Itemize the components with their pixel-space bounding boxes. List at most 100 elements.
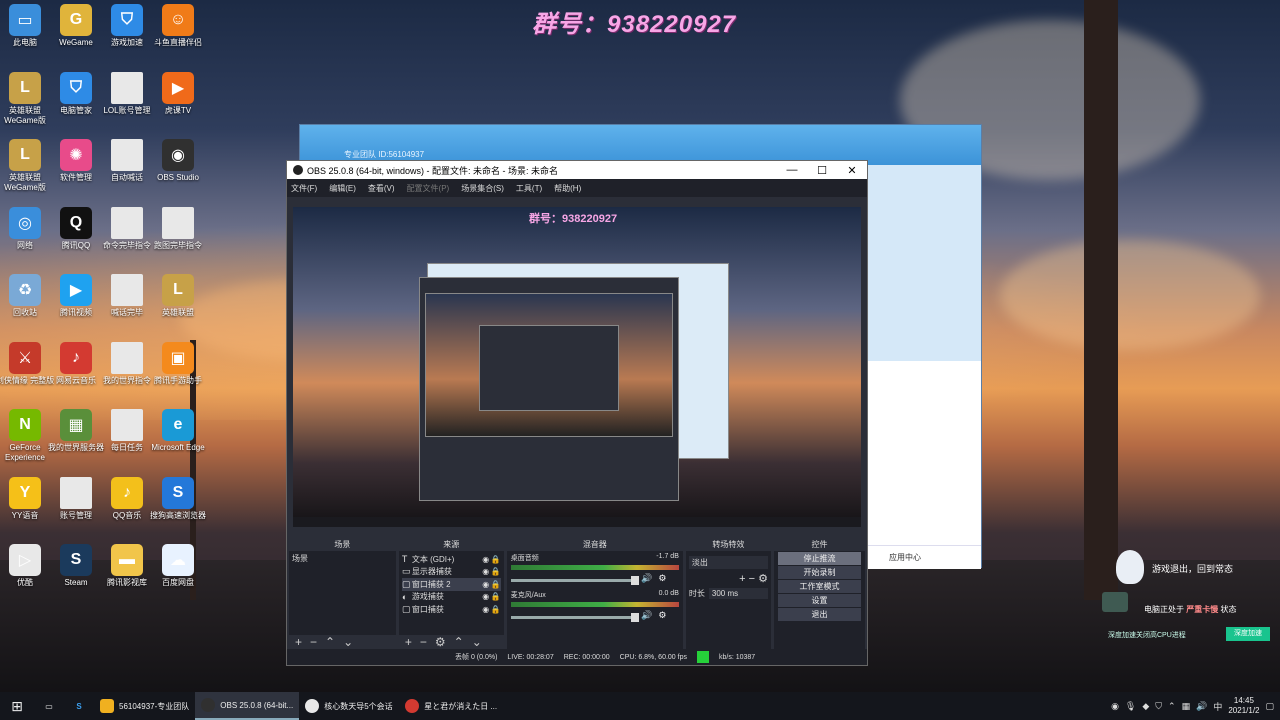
eye-icon[interactable]: ◉ (481, 567, 491, 576)
notification-center-icon[interactable]: ▢ (1265, 701, 1274, 712)
notification-app-icon (1102, 592, 1128, 612)
notification-line2-suffix: 状态 (1220, 605, 1237, 614)
taskbar-app-music[interactable]: 星と君が消えた日 ... (399, 692, 503, 720)
menu-help[interactable]: 帮助(H) (554, 183, 581, 194)
remove-icon[interactable]: − (749, 573, 755, 585)
chat-window-footer[interactable]: 应用中心 (865, 545, 981, 569)
speaker-icon[interactable]: 🔊 (641, 610, 652, 621)
taskbar-app-session[interactable]: 核心数天导5个会话 (299, 692, 399, 720)
remove-icon[interactable]: − (420, 635, 427, 649)
studio-mode-button[interactable]: 工作室模式 (777, 580, 861, 593)
start-button[interactable]: ⊞ (0, 692, 34, 720)
menu-scene-collection[interactable]: 场景集合(S) (461, 183, 504, 194)
obs-preview[interactable]: 群号：938220927 (293, 207, 861, 527)
source-row[interactable]: T 文本 (GDI+) ◉ 🔒 (402, 553, 501, 566)
duration-input[interactable]: 300 ms (708, 588, 768, 599)
desktop-icon[interactable]: S 搜狗高速浏览器 (148, 476, 208, 521)
notification-line2-prefix: 电脑正处于 (1144, 605, 1184, 614)
move-down-icon[interactable]: ⌄ (472, 635, 482, 649)
network-icon[interactable]: ▦ (1182, 701, 1191, 712)
lock-icon[interactable]: 🔒 (491, 580, 501, 589)
eye-icon[interactable]: ◉ (481, 555, 491, 564)
taskbar-app-team[interactable]: 56104937-专业团队 (94, 692, 195, 720)
eye-icon[interactable]: ◉ (481, 580, 491, 589)
volume-slider[interactable] (510, 575, 640, 585)
lock-icon[interactable]: 🔒 (491, 605, 501, 614)
ime-icon[interactable]: 中 (1213, 700, 1222, 713)
minimize-icon[interactable]: — (777, 164, 807, 177)
maximize-icon[interactable]: ☐ (807, 164, 837, 177)
speaker-icon[interactable]: 🔊 (641, 573, 652, 584)
desktop-icon[interactable]: ▣ 腾讯手游助手 (148, 341, 208, 386)
volume-icon[interactable]: 🔊 (1196, 701, 1207, 712)
desktop-icon[interactable]: ◉ OBS Studio (148, 139, 208, 183)
transition-select[interactable]: 淡出 (688, 556, 768, 569)
lock-icon[interactable]: 🔒 (491, 592, 501, 601)
gear-icon[interactable]: ⚙ (658, 573, 666, 584)
microphone-icon[interactable]: 🎙 (1125, 701, 1136, 712)
gear-icon[interactable]: ⚙ (658, 610, 666, 621)
add-icon[interactable]: + (739, 573, 745, 585)
desktop-icon[interactable]: L 英雄联盟 (148, 274, 208, 318)
scene-item[interactable]: 场景 (292, 553, 393, 564)
menu-file[interactable]: 文件(F) (291, 183, 317, 194)
desktop-icon[interactable]: ▶ 虎课TV (148, 71, 208, 116)
move-up-icon[interactable]: ⌃ (454, 635, 464, 649)
lol-icon: L (9, 71, 41, 104)
taskbar: ⊞ ▭ S 56104937-专业团队 OBS 25.0.8 (64-bit..… (0, 692, 1280, 720)
sources-dock-toolbar: + − ⚙ ⌃ ⌄ (398, 635, 504, 649)
taskbar-clock[interactable]: 14:45 2021/1/2 (1228, 696, 1259, 716)
chevron-up-icon[interactable]: ⌃ (1168, 701, 1176, 712)
source-row[interactable]: ◐ 游戏捕获 ◉ 🔒 (402, 591, 501, 604)
add-icon[interactable]: + (295, 635, 302, 649)
accelerator-notification: 游戏退出，回到常态 电脑正处于 严重卡慢 状态 深度加速关闭高CPU进程 深度加… (1098, 546, 1278, 646)
volume-slider[interactable] (510, 612, 640, 622)
obs-titlebar[interactable]: OBS 25.0.8 (64-bit, windows) - 配置文件: 未命名… (287, 161, 867, 179)
stop-streaming-button[interactable]: 停止推流 (777, 552, 861, 565)
taskbar-app-label: 核心数天导5个会话 (324, 701, 393, 711)
exit-button[interactable]: 退出 (777, 608, 861, 621)
gear-icon[interactable]: ⚙ (758, 573, 768, 585)
shield-icon[interactable]: ⛉ (1155, 701, 1162, 712)
steam-icon: S (60, 544, 92, 576)
edge-icon: e (162, 409, 194, 441)
deep-accelerate-button[interactable]: 深度加速 (1226, 627, 1270, 641)
eye-icon[interactable]: ◉ (481, 605, 491, 614)
taskbar-app-obs[interactable]: OBS 25.0.8 (64-bit... (195, 692, 300, 720)
gear-icon[interactable]: ⚙ (435, 635, 446, 649)
eye-icon[interactable]: ◉ (481, 592, 491, 601)
tray-app-icon[interactable]: ◉ (1111, 701, 1119, 712)
close-icon[interactable]: ✕ (837, 164, 867, 177)
task-view-button[interactable]: ▭ (34, 692, 64, 720)
menu-view[interactable]: 查看(V) (368, 183, 395, 194)
menu-profile[interactable]: 配置文件(P) (407, 183, 450, 194)
settings-button[interactable]: 设置 (777, 594, 861, 607)
tray-app-icon[interactable]: ◆ (1142, 701, 1149, 712)
move-down-icon[interactable]: ⌄ (343, 635, 353, 649)
menu-tools[interactable]: 工具(T) (516, 183, 542, 194)
douyu-icon: ☺ (162, 4, 194, 36)
move-up-icon[interactable]: ⌃ (325, 635, 335, 649)
menu-edit[interactable]: 编辑(E) (329, 183, 356, 194)
start-recording-button[interactable]: 开始录制 (777, 566, 861, 579)
lock-icon[interactable]: 🔒 (491, 567, 501, 576)
lock-icon[interactable]: 🔒 (491, 555, 501, 564)
source-row[interactable]: ▢ 窗口捕获 ◉ 🔒 (402, 603, 501, 616)
scenes-dock: 场景 场景 + − ⌃ ⌄ (289, 539, 396, 649)
source-name: 文本 (GDI+) (411, 554, 455, 564)
volume-meter (510, 565, 679, 570)
source-row[interactable]: ▭ 显示器捕获 ◉ 🔒 (402, 566, 501, 579)
source-row[interactable]: ▢ 窗口捕获 2 ◉ 🔒 (401, 578, 501, 591)
cpu-usage: CPU: 6.8%, 60.00 fps (619, 653, 687, 661)
desktop-icon[interactable]: ☺ 斗鱼直播伴侣 (148, 4, 208, 48)
desktop-icon[interactable]: e Microsoft Edge (148, 409, 208, 453)
desktop-icon[interactable]: ☁ 百度网盘 (148, 544, 208, 588)
obs-window[interactable]: OBS 25.0.8 (64-bit, windows) - 配置文件: 未命名… (286, 160, 868, 666)
obs-menubar: 文件(F) 编辑(E) 查看(V) 配置文件(P) 场景集合(S) 工具(T) … (287, 179, 867, 197)
remove-icon[interactable]: − (310, 635, 317, 649)
add-icon[interactable]: + (405, 635, 412, 649)
desktop-icon[interactable]: 跑图完毕指令 (148, 206, 208, 251)
chat-window-titlebar[interactable]: 专业团队 ID:56104937 (300, 125, 981, 165)
notification-line2-highlight: 严重卡慢 (1186, 605, 1219, 614)
sogou-pinned-icon[interactable]: S (64, 692, 94, 720)
